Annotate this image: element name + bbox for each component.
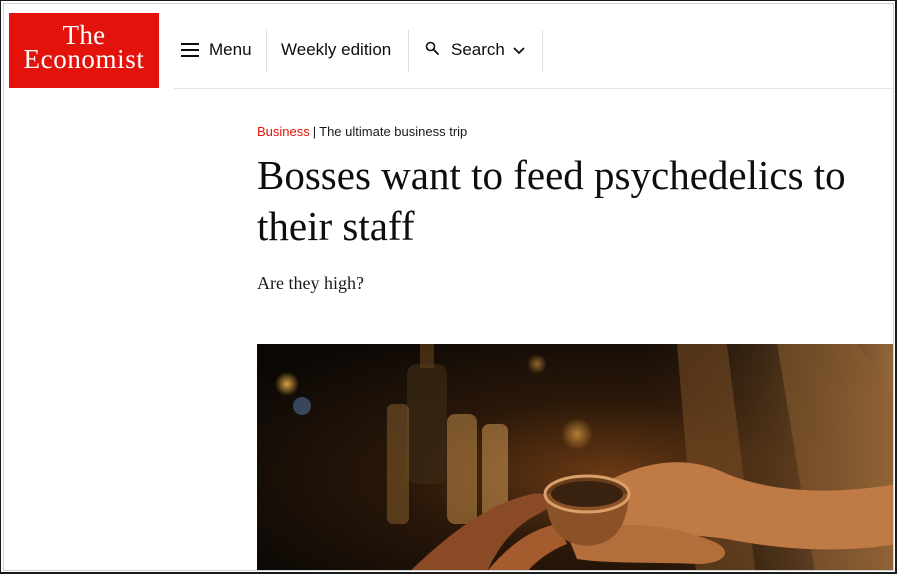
- page: The Economist Menu Weekly edition Search: [3, 3, 894, 571]
- kicker-separator: |: [312, 124, 317, 139]
- series-label: The ultimate business trip: [319, 124, 468, 139]
- weekly-edition-link[interactable]: Weekly edition: [281, 12, 391, 88]
- chevron-down-icon: [513, 40, 525, 60]
- menu-label: Menu: [209, 40, 252, 59]
- section-link[interactable]: Business: [257, 124, 310, 139]
- top-navigation: Menu Weekly edition Search: [174, 12, 893, 89]
- menu-icon: [181, 43, 199, 57]
- weekly-edition-label: Weekly edition: [281, 40, 392, 59]
- nav-divider: [408, 30, 409, 72]
- hero-photo-illustration: [257, 344, 893, 570]
- hero-image: [257, 344, 893, 570]
- search-icon: [425, 40, 439, 60]
- article-kicker: Business | The ultimate business trip: [257, 124, 467, 139]
- article-headline: Bosses want to feed psychedelics to thei…: [257, 152, 846, 249]
- economist-logo[interactable]: The Economist: [9, 13, 159, 88]
- search-button[interactable]: Search: [425, 12, 525, 88]
- menu-button[interactable]: Menu: [181, 12, 252, 88]
- nav-divider: [542, 30, 543, 72]
- logo-line-2: Economist: [23, 44, 145, 74]
- search-label: Search: [451, 40, 505, 59]
- article-standfirst: Are they high?: [257, 273, 364, 293]
- nav-divider: [266, 30, 267, 72]
